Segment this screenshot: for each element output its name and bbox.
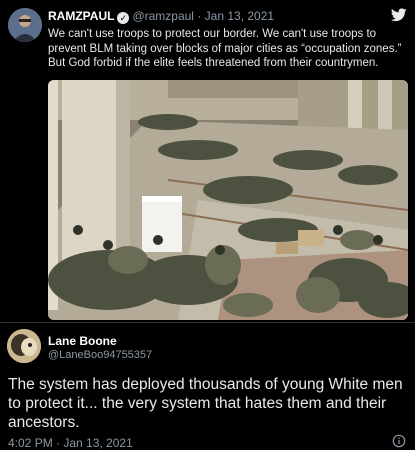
author-avatar[interactable]: [7, 329, 41, 363]
quoted-tweet-photo[interactable]: [48, 80, 408, 320]
verified-badge-icon: ✓: [117, 12, 130, 24]
quoted-tweet[interactable]: RAMZPAUL ✓ @ramzpaul · Jan 13, 2021 We can…: [0, 0, 415, 323]
tweet-text: The system has deployed thousands of you…: [8, 376, 403, 431]
quoted-avatar[interactable]: [8, 8, 42, 42]
twitter-bird-icon[interactable]: [391, 8, 407, 22]
info-icon[interactable]: [392, 434, 406, 448]
tweet-timestamp[interactable]: 4:02 PM · Jan 13, 2021: [8, 436, 133, 450]
quoted-author-name[interactable]: RAMZPAUL: [48, 9, 114, 23]
quoted-tweet-text: We can't use troops to protect our borde…: [48, 28, 402, 69]
quoted-date[interactable]: Jan 13, 2021: [205, 9, 274, 23]
header-separator: ·: [197, 9, 202, 23]
quoted-author-handle[interactable]: @ramzpaul: [132, 9, 194, 23]
author-name[interactable]: Lane Boone: [48, 334, 117, 348]
author-handle[interactable]: @LaneBoo94755357: [48, 349, 152, 361]
quoted-header: RAMZPAUL ✓ @ramzpaul · Jan 13, 2021: [48, 9, 274, 24]
